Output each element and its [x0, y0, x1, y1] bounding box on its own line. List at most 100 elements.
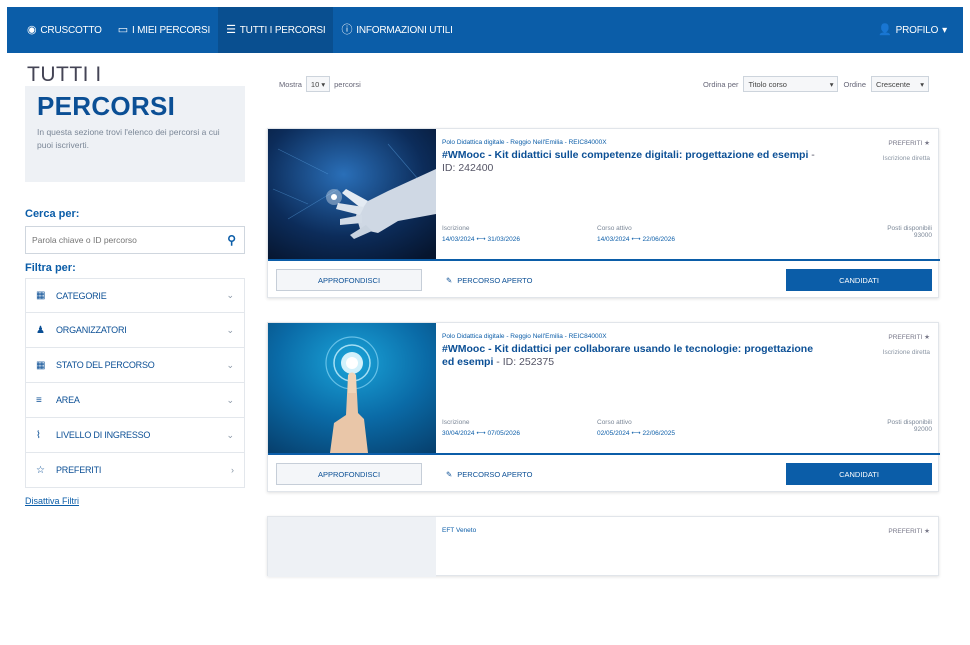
filter-label: AREA: [56, 395, 80, 405]
favorite-label: PREFERITI: [888, 528, 923, 535]
nav-miei-percorsi[interactable]: ▭ I MIEI PERCORSI: [110, 7, 218, 53]
profile-label: PROFILO: [895, 24, 939, 36]
sort-field-select[interactable]: Titolo corso ▾: [743, 76, 839, 92]
course-card: Polo Didattica digitale - Reggio Nell'Em…: [267, 128, 940, 299]
apply-button[interactable]: CANDIDATI: [786, 269, 932, 291]
sort-controls: Ordina per Titolo corso ▾ Ordine Crescent…: [703, 76, 929, 92]
available-seats: Posti disponibili 93000: [887, 225, 932, 243]
course-organizer: EFT Veneto: [442, 527, 477, 534]
filter-categorie[interactable]: ▦ CATEGORIE ⌄: [25, 278, 245, 313]
filter-label: PREFERITI: [56, 465, 102, 475]
course-card: EFT Veneto PREFERITI ★: [267, 516, 939, 577]
course-dates: Iscrizione 14/03/2024 ⟷ 31/03/2026 Corso…: [442, 225, 932, 243]
star-icon: ★: [924, 528, 930, 535]
filter-label: CATEGORIE: [56, 290, 107, 301]
chevron-down-icon: ⌄: [226, 359, 234, 370]
sort-field-value: Titolo corso: [748, 79, 787, 89]
enrollment-value: 14/03/2024 ⟷ 31/03/2026: [442, 236, 520, 243]
course-title[interactable]: #WMooc - Kit didattici sulle competenze …: [442, 149, 817, 175]
caret-down-icon: ▾: [942, 24, 947, 36]
edit-icon: ✎: [446, 469, 453, 479]
nav-label: I MIEI PERCORSI: [131, 24, 211, 36]
nav-tutti-percorsi[interactable]: ☰ TUTTI I PERCORSI: [218, 7, 334, 53]
filter-organizzatori[interactable]: ♟ ORGANIZZATORI ⌄: [25, 313, 245, 348]
nav-informazioni-utili[interactable]: ⓘ INFORMAZIONI UTILI: [333, 7, 460, 53]
course-image-robot-hand: [268, 129, 436, 259]
filter-stato-percorso[interactable]: ▦ STATO DEL PERCORSO ⌄: [25, 348, 245, 383]
grid-icon: ▦: [36, 290, 46, 301]
search-heading: Cerca per:: [25, 208, 80, 220]
star-icon: ☆: [36, 464, 45, 476]
nav-cruscotto[interactable]: ◉ CRUSCOTTO: [19, 7, 110, 53]
favorite-toggle[interactable]: PREFERITI ★: [888, 139, 930, 147]
reset-filters-link[interactable]: Disattiva Filtri: [25, 496, 245, 506]
filter-list: ▦ CATEGORIE ⌄ ♟ ORGANIZZATORI ⌄ ▦ STATO …: [25, 278, 245, 488]
favorite-label: PREFERITI: [888, 140, 923, 147]
enrollment-label: Iscrizione: [442, 419, 470, 426]
stairs-icon: ⌇: [36, 429, 41, 441]
course-image-placeholder: [268, 517, 436, 577]
mostra-label: Mostra: [279, 79, 302, 89]
course-organizer: Polo Didattica digitale - Reggio Nell'Em…: [442, 333, 607, 340]
seats-value: 92000: [913, 426, 932, 433]
nav-label: CRUSCOTTO: [40, 24, 102, 36]
details-button[interactable]: APPROFONDISCI: [276, 463, 422, 485]
sort-order-select[interactable]: Crescente ▾: [871, 76, 929, 92]
enrollment-value: 30/04/2024 ⟷ 07/05/2026: [442, 430, 520, 437]
details-button[interactable]: APPROFONDISCI: [276, 269, 422, 291]
star-icon: ★: [924, 334, 930, 341]
list-icon: ☰: [226, 23, 236, 36]
course-active-period: Corso attivo 14/03/2024 ⟷ 22/06/2026: [597, 225, 752, 243]
available-seats: Posti disponibili 92000: [887, 419, 932, 437]
status-label: PERCORSO APERTO: [457, 469, 533, 479]
course-organizer: Polo Didattica digitale - Reggio Nell'Em…: [442, 139, 607, 146]
results-area: Mostra 10 ▾ percorsi Ordina per Titolo c…: [267, 64, 940, 577]
seats-label: Posti disponibili: [887, 225, 932, 232]
sidebar: TUTTI I PERCORSI In questa sezione trovi…: [25, 64, 245, 506]
filter-preferiti[interactable]: ☆ PREFERITI ›: [25, 453, 245, 488]
course-active-label: Corso attivo: [597, 419, 632, 426]
sort-order-value: Crescente: [876, 79, 911, 89]
page-size-value: 10: [310, 79, 320, 89]
results-toolbar: Mostra 10 ▾ percorsi Ordina per Titolo c…: [267, 64, 939, 104]
course-active-label: Corso attivo: [597, 225, 632, 232]
sort-order-label: Ordine: [843, 79, 866, 89]
course-image-touch-button: [268, 323, 436, 453]
seats-label: Posti disponibili: [887, 419, 932, 426]
filter-label: STATO DEL PERCORSO: [56, 360, 155, 370]
page-size-control: Mostra 10 ▾ percorsi: [279, 76, 361, 92]
filter-area[interactable]: ≡ AREA ⌄: [25, 383, 245, 418]
page-size-select[interactable]: 10 ▾: [305, 76, 331, 92]
filter-livello-ingresso[interactable]: ⌇ LIVELLO DI INGRESSO ⌄: [25, 418, 245, 453]
dashboard-icon: ◉: [27, 23, 37, 36]
monitor-icon: ▭: [117, 23, 128, 36]
course-info: EFT Veneto PREFERITI ★: [442, 527, 932, 645]
favorite-label: PREFERITI: [888, 334, 923, 341]
card-actions: APPROFONDISCI ✎ PERCORSO APERTO CANDIDATI: [268, 261, 940, 299]
chevron-right-icon: ›: [231, 465, 234, 475]
sliders-icon: ≡: [36, 394, 42, 406]
apply-button[interactable]: CANDIDATI: [786, 463, 932, 485]
search-icon[interactable]: ⚲: [227, 233, 236, 247]
page-description: In questa sezione trovi l'elenco dei per…: [37, 127, 220, 150]
profile-menu[interactable]: 👤 PROFILO ▾: [870, 7, 951, 53]
favorite-toggle[interactable]: PREFERITI ★: [888, 527, 930, 535]
page-title-line2: PERCORSI: [37, 91, 176, 121]
nav-label: INFORMAZIONI UTILI: [356, 24, 453, 36]
course-card: Polo Didattica digitale - Reggio Nell'Em…: [267, 322, 940, 493]
chevron-down-icon: ⌄: [226, 290, 234, 300]
course-title[interactable]: #WMooc - Kit didattici per collaborare u…: [442, 343, 817, 369]
edit-icon: ✎: [446, 275, 453, 285]
enrollment-period: Iscrizione 14/03/2024 ⟷ 31/03/2026: [442, 225, 597, 243]
course-id: - ID: 252375: [493, 356, 555, 368]
user-icon: ♟: [36, 324, 45, 336]
percorsi-label: percorsi: [334, 79, 361, 89]
page-title-line1: TUTTI I: [27, 63, 102, 86]
favorite-toggle[interactable]: PREFERITI ★: [888, 333, 930, 341]
search-input[interactable]: [32, 235, 212, 245]
seats-value: 93000: [913, 232, 932, 239]
chevron-down-icon: ⌄: [226, 394, 234, 405]
chevron-down-icon: ⌄: [226, 324, 234, 335]
card-actions: APPROFONDISCI ✎ PERCORSO APERTO CANDIDATI: [268, 455, 940, 493]
enrollment-type: Iscrizione diretta: [882, 155, 930, 162]
